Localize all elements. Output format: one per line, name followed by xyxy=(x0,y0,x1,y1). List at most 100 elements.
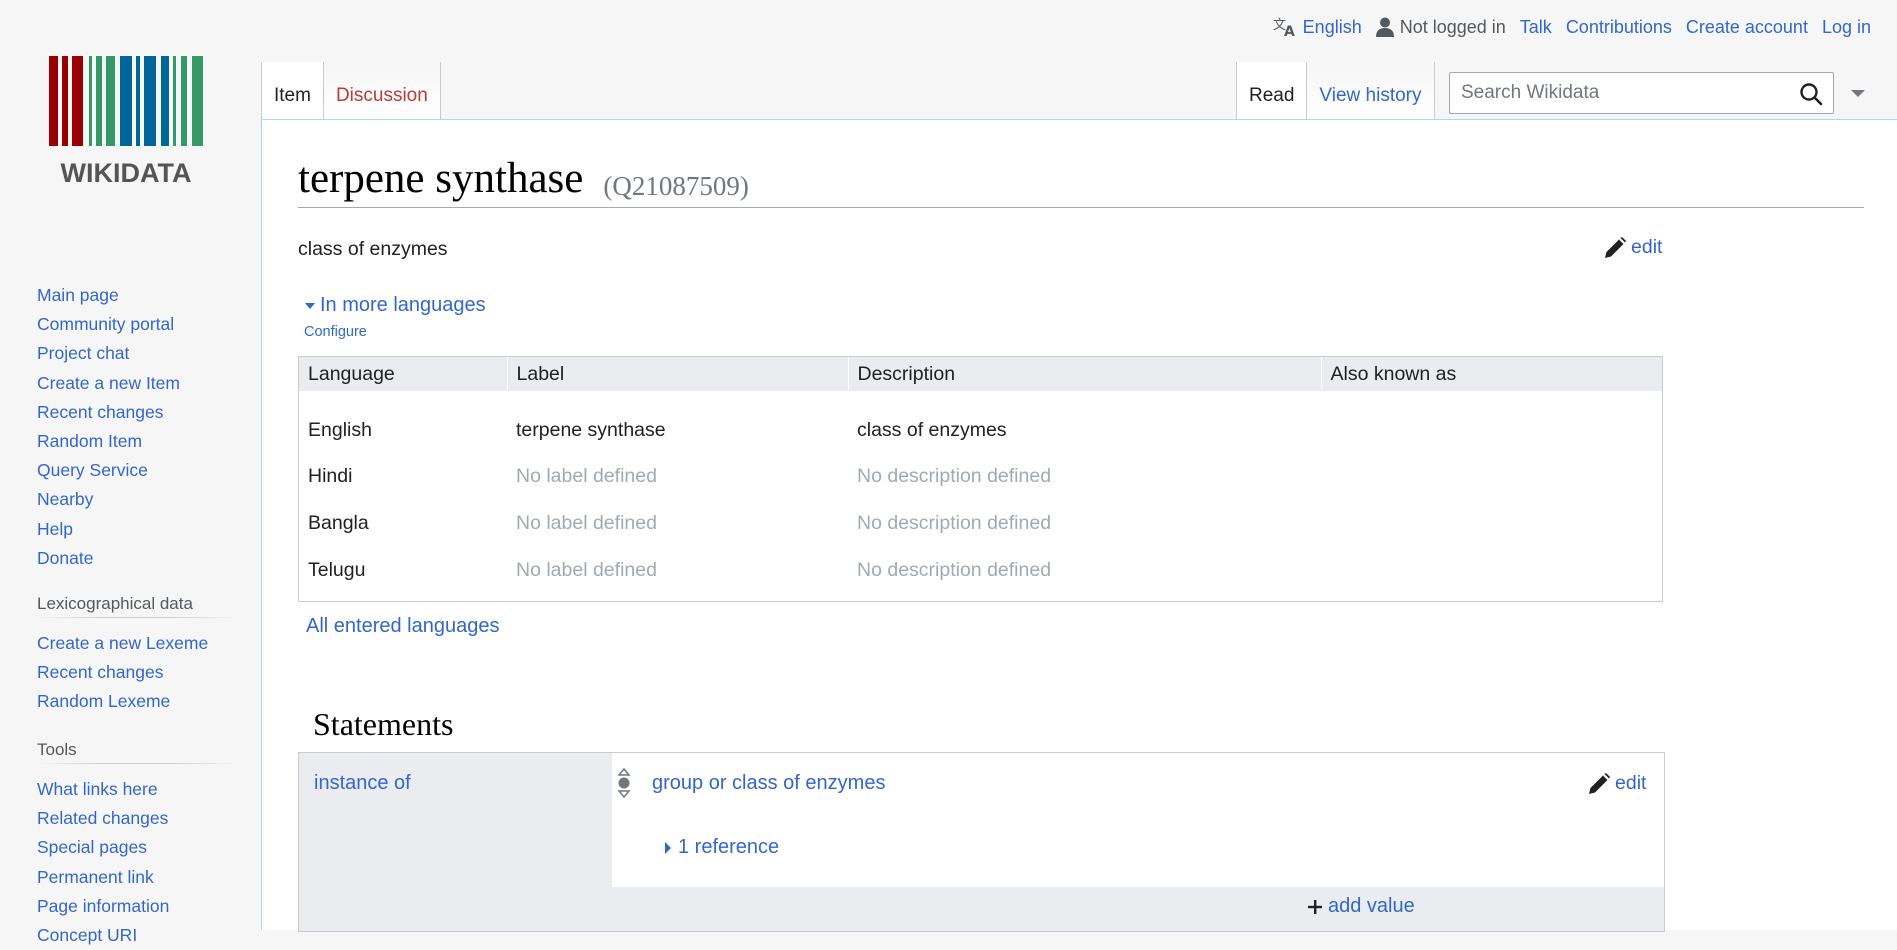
navigation-list: Main page Community portal Project chat Cre… xyxy=(37,281,237,573)
statement-value-link[interactable]: group or class of enzymes xyxy=(652,772,885,795)
sidebar-item: Permanent link xyxy=(37,863,237,892)
statement-group: instance of group or class of enzymes ed… xyxy=(298,752,1665,932)
aliases-cell xyxy=(1321,547,1662,594)
chevron-down-icon[interactable] xyxy=(1850,86,1866,104)
sidebar-item-lexeme-create-a-new-lexeme[interactable]: Create a new Lexeme xyxy=(37,633,208,653)
tab-discussion[interactable]: Discussion xyxy=(323,62,441,120)
edit-terms-button[interactable]: edit xyxy=(1604,236,1662,259)
sidebar-item-tool-related-changes[interactable]: Related changes xyxy=(37,808,168,828)
sidebar-item-recent-changes[interactable]: Recent changes xyxy=(37,402,163,422)
sidebar-item: Related changes xyxy=(37,804,237,833)
label-cell: No label defined xyxy=(516,512,657,534)
description-cell: No description defined xyxy=(857,512,1052,534)
sidebar-item-donate[interactable]: Donate xyxy=(37,548,93,568)
tools-heading: Tools xyxy=(37,740,237,765)
entity-description: class of enzymes xyxy=(298,238,448,260)
tab-view-history[interactable]: View history xyxy=(1307,62,1435,120)
sidebar-item: Project chat xyxy=(37,339,237,368)
sidebar-item: Community portal xyxy=(37,310,237,339)
language-link[interactable]: English xyxy=(1303,17,1362,38)
description-cell: class of enzymes xyxy=(857,418,1007,441)
pencil-icon xyxy=(1589,772,1610,794)
search-box xyxy=(1449,72,1834,114)
language-table: Language Label Description Also known as… xyxy=(298,356,1663,602)
tools-portal: Tools What links here Related changes Spec… xyxy=(37,740,237,950)
sidebar-item-help[interactable]: Help xyxy=(37,519,73,539)
page-title: terpene synthase (Q21087509) xyxy=(298,156,1864,208)
sidebar-item: Recent changes xyxy=(37,658,237,687)
column-header-aliases: Also known as xyxy=(1321,357,1662,391)
sidebar-item: Main page xyxy=(37,281,237,310)
tools-list: What links here Related changes Special pa… xyxy=(37,775,237,950)
column-header-description: Description xyxy=(848,357,1322,391)
sidebar-item: Special pages xyxy=(37,833,237,862)
talk-link[interactable]: Talk xyxy=(1520,17,1552,38)
create-account-link[interactable]: Create account xyxy=(1686,17,1808,38)
rank-selector-icon[interactable] xyxy=(616,767,632,804)
references-label: 1 reference xyxy=(678,836,780,858)
sidebar-item-community-portal[interactable]: Community portal xyxy=(37,314,174,334)
pencil-icon xyxy=(1605,236,1626,258)
namespace-tabs: Item Discussion xyxy=(261,62,441,120)
sidebar-item-tool-what-links-here[interactable]: What links here xyxy=(37,779,158,799)
sidebar: WIKIDATA Main page Community portal Projec… xyxy=(0,0,262,945)
translate-icon: 文 A xyxy=(1273,18,1295,38)
tab-item[interactable]: Item xyxy=(261,62,324,120)
sidebar-item-tool-special-pages[interactable]: Special pages xyxy=(37,837,147,857)
add-value-button[interactable]: add value xyxy=(1307,895,1415,918)
contributions-link[interactable]: Contributions xyxy=(1566,17,1672,38)
search-input[interactable] xyxy=(1459,81,1789,105)
sidebar-item: Create a new Item xyxy=(37,369,237,398)
triangle-right-icon xyxy=(665,841,671,854)
references-toggle[interactable]: 1 reference xyxy=(664,836,779,859)
sidebar-item-query-service[interactable]: Query Service xyxy=(37,460,148,480)
sidebar-item-project-chat[interactable]: Project chat xyxy=(37,343,129,363)
entity-id: (Q21087509) xyxy=(603,171,749,201)
logo-text: WIKIDATA xyxy=(61,158,192,186)
main-content: terpene synthase (Q21087509) class of en… xyxy=(261,119,1897,932)
sidebar-item: Nearby xyxy=(37,485,237,514)
table-row: Hindi No label defined No description de… xyxy=(299,453,1662,500)
sidebar-item-lexeme-random-lexeme[interactable]: Random Lexeme xyxy=(37,691,170,711)
lexicographical-list: Create a new Lexeme Recent changes Random … xyxy=(37,629,237,717)
search-icon[interactable] xyxy=(1799,82,1823,111)
navigation-portal: Main page Community portal Project chat Cre… xyxy=(37,281,237,573)
wikidata-logo[interactable]: WIKIDATA xyxy=(46,54,210,188)
label-cell: No label defined xyxy=(516,465,657,487)
language-cell: Hindi xyxy=(308,465,353,487)
aliases-cell xyxy=(1321,391,1662,453)
configure-link[interactable]: Configure xyxy=(304,324,367,340)
in-more-languages-toggle[interactable]: In more languages xyxy=(305,294,486,317)
sidebar-item-create-a-new-item[interactable]: Create a new Item xyxy=(37,373,180,393)
edit-statement-label: edit xyxy=(1615,772,1647,794)
statements-heading: Statements xyxy=(313,706,454,742)
sidebar-item-tool-concept-uri[interactable]: Concept URI xyxy=(37,925,137,945)
label-cell: No label defined xyxy=(516,559,657,581)
lexicographical-heading: Lexicographical data xyxy=(37,594,237,619)
sidebar-item: What links here xyxy=(37,775,237,804)
sidebar-item: Help xyxy=(37,515,237,544)
sidebar-item-random-item[interactable]: Random Item xyxy=(37,431,142,451)
edit-statement-button[interactable]: edit xyxy=(1588,772,1646,795)
property-link[interactable]: instance of xyxy=(314,772,411,795)
sidebar-item: Random Lexeme xyxy=(37,687,237,716)
edit-terms-label: edit xyxy=(1631,236,1663,258)
sidebar-item-main-page[interactable]: Main page xyxy=(37,285,119,305)
log-in-link[interactable]: Log in xyxy=(1822,17,1871,38)
view-tabs: Read View history xyxy=(1236,62,1435,120)
language-selector[interactable]: 文 A English xyxy=(1273,16,1362,39)
sidebar-item: Concept URI xyxy=(37,921,237,950)
sidebar-item-tool-page-information[interactable]: Page information xyxy=(37,896,169,916)
column-header-label: Label xyxy=(507,357,849,391)
statement: group or class of enzymes edit 1 referen… xyxy=(612,753,1664,887)
sidebar-item-tool-permanent-link[interactable]: Permanent link xyxy=(37,867,154,887)
column-header-language: Language xyxy=(299,357,508,391)
sidebar-item-lexeme-recent-changes[interactable]: Recent changes xyxy=(37,662,163,682)
sidebar-item: Page information xyxy=(37,892,237,921)
all-entered-languages-link[interactable]: All entered languages xyxy=(306,615,499,638)
tab-read[interactable]: Read xyxy=(1236,62,1308,120)
entity-label: terpene synthase xyxy=(298,155,584,202)
sidebar-item-nearby[interactable]: Nearby xyxy=(37,489,93,509)
lexicographical-portal: Lexicographical data Create a new Lexeme… xyxy=(37,594,237,717)
sidebar-item: Donate xyxy=(37,544,237,573)
